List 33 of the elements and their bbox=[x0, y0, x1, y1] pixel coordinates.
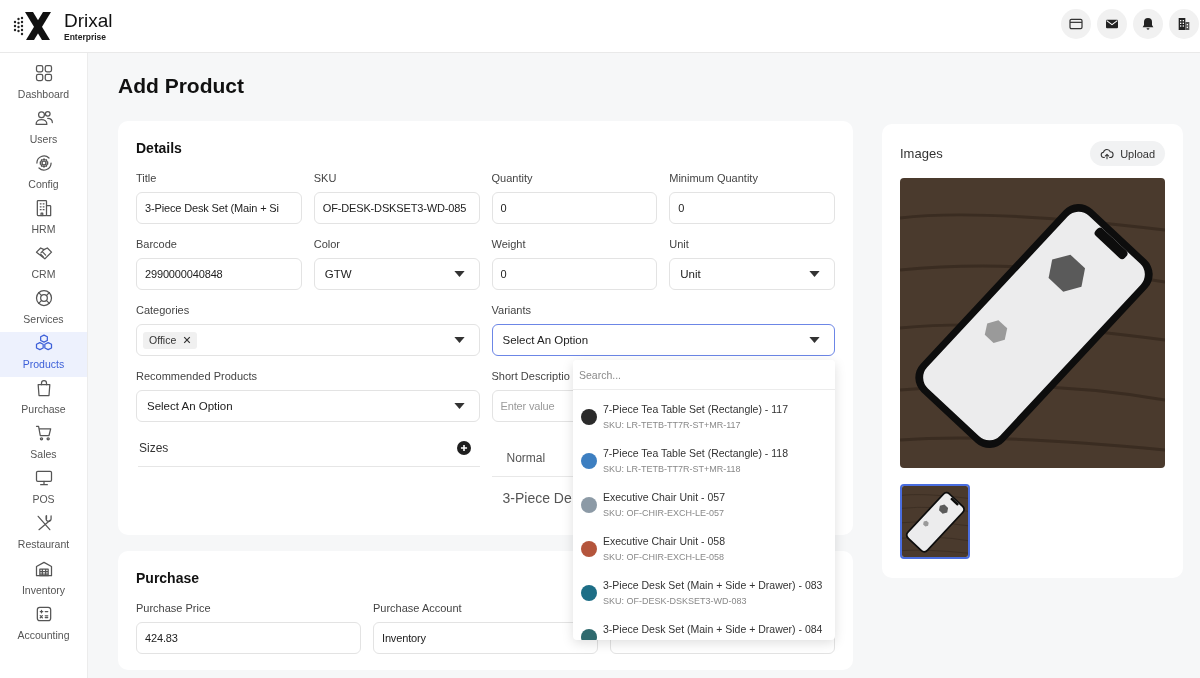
field-label: Barcode bbox=[136, 238, 177, 251]
field-label: Minimum Quantity bbox=[669, 172, 758, 185]
option-title: 3-Piece Desk Set (Main + Side + Drawer) - 084 bbox=[603, 622, 823, 637]
option-sku: SKU: OF-DESK-DSKSET3-WD-083 bbox=[603, 595, 747, 608]
field-label: Weight bbox=[491, 238, 526, 251]
card-title: Purchase bbox=[136, 569, 200, 587]
brand-edition: Enterprise bbox=[64, 31, 107, 43]
field-label: Variants bbox=[491, 304, 532, 317]
option-title: 3-Piece Desk Set (Main + Side + Drawer) - 083 bbox=[603, 578, 823, 593]
field-label: Categories bbox=[136, 304, 190, 317]
brand-name: Drixal bbox=[64, 9, 113, 32]
option-title: 7-Piece Tea Table Set (Rectangle) - 118 bbox=[603, 446, 789, 461]
field-label: Color bbox=[313, 238, 341, 251]
option-sku: SKU: LR-TETB-TT7R-ST+MR-118 bbox=[603, 463, 741, 476]
option-title: 7-Piece Tea Table Set (Rectangle) - 117 bbox=[603, 402, 789, 417]
page-title: Add Product bbox=[118, 73, 244, 99]
option-sku: SKU: LR-TETB-TT7R-ST+MR-117 bbox=[603, 419, 741, 432]
option-title: Executive Chair Unit - 058 bbox=[603, 534, 725, 549]
field-label: Unit bbox=[669, 238, 689, 251]
option-sku: SKU: OF-CHIR-EXCH-LE-058 bbox=[603, 551, 725, 564]
field-label: Purchase Account bbox=[373, 602, 462, 615]
field-label: Quantity bbox=[491, 172, 533, 185]
sizes-label: Sizes bbox=[139, 441, 169, 455]
field-label: SKU bbox=[313, 172, 337, 185]
field-label: Recommended Products bbox=[136, 370, 258, 383]
field-label: Short Descriptio bbox=[491, 370, 570, 383]
card-title: Images bbox=[900, 146, 943, 161]
option-title: Executive Chair Unit - 057 bbox=[603, 490, 725, 505]
option-sku: SKU: OF-CHIR-EXCH-LE-057 bbox=[603, 507, 725, 520]
card-title: Details bbox=[136, 139, 182, 157]
editor-text: 3-Piece De bbox=[502, 490, 572, 506]
field-label: Purchase Price bbox=[136, 602, 211, 615]
field-label: Title bbox=[136, 172, 157, 185]
